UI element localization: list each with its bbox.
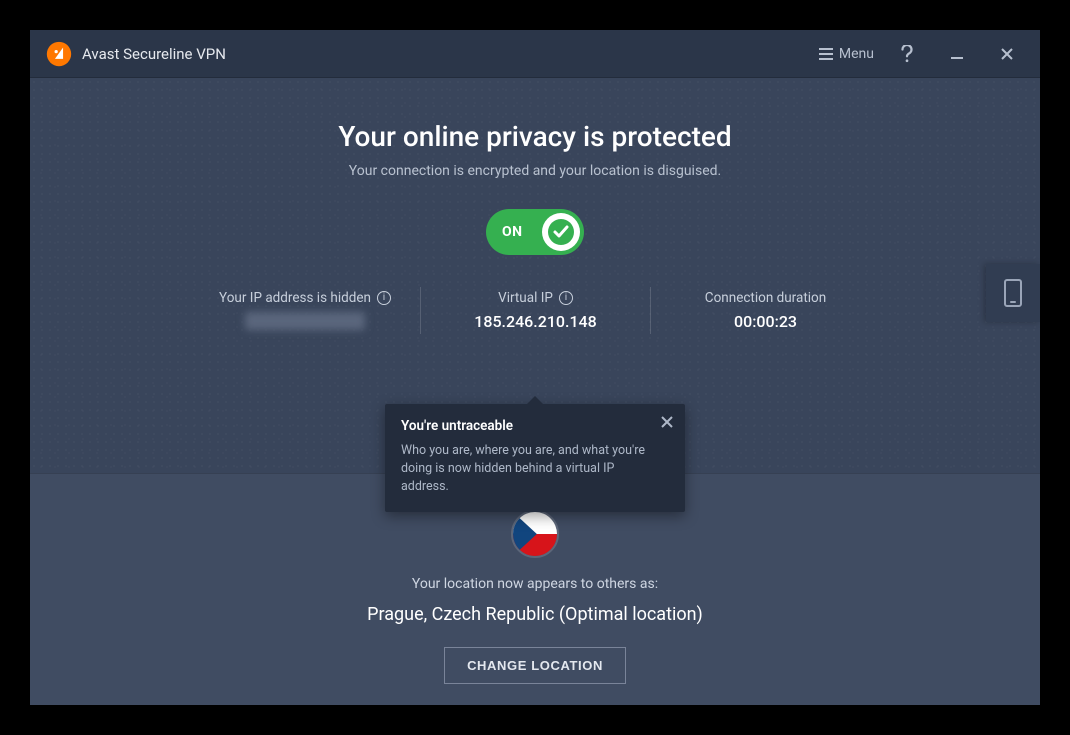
location-intro: Your location now appears to others as: xyxy=(30,576,1040,592)
close-icon xyxy=(661,416,673,428)
smartphone-icon xyxy=(1002,278,1024,308)
vpn-toggle-knob xyxy=(542,213,580,251)
stat-real-ip: Your IP address is hidden i xyxy=(190,287,420,334)
close-button[interactable] xyxy=(996,47,1024,61)
app-title: Avast Secureline VPN xyxy=(82,45,226,63)
vpn-toggle-label: ON xyxy=(502,224,523,240)
menu-button[interactable]: Menu xyxy=(819,46,874,62)
minimize-button[interactable] xyxy=(946,47,974,61)
vpn-toggle[interactable]: ON xyxy=(486,209,584,255)
tooltip-close-button[interactable] xyxy=(657,412,677,432)
devices-side-tab[interactable] xyxy=(986,264,1040,322)
location-value: Prague, Czech Republic (Optimal location… xyxy=(30,604,1040,625)
status-panel: Your online privacy is protected Your co… xyxy=(30,78,1040,473)
status-subline: Your connection is encrypted and your lo… xyxy=(30,163,1040,179)
stat-duration-label: Connection duration xyxy=(705,290,826,306)
minimize-icon xyxy=(950,47,964,61)
help-button[interactable] xyxy=(896,45,924,63)
status-headline: Your online privacy is protected xyxy=(30,120,1040,153)
stats-row: Your IP address is hidden i Virtual IP i… xyxy=(30,287,1040,334)
close-icon xyxy=(1000,47,1014,61)
stat-real-ip-label: Your IP address is hidden xyxy=(219,290,371,306)
info-icon[interactable]: i xyxy=(377,291,391,305)
help-icon xyxy=(900,45,914,63)
app-window: Avast Secureline VPN Menu Your xyxy=(30,30,1040,705)
checkmark-icon xyxy=(547,218,575,246)
stat-virtual-ip: Virtual IP i 185.246.210.148 xyxy=(420,287,650,334)
info-icon[interactable]: i xyxy=(559,291,573,305)
real-ip-redacted xyxy=(245,312,365,330)
menu-label: Menu xyxy=(839,46,874,62)
tooltip-title: You're untraceable xyxy=(401,418,651,434)
stat-virtual-ip-value: 185.246.210.148 xyxy=(439,312,632,331)
stat-duration: Connection duration 00:00:23 xyxy=(650,287,880,334)
hamburger-icon xyxy=(819,48,833,60)
avast-logo-icon xyxy=(46,41,72,67)
stat-virtual-ip-label: Virtual IP xyxy=(498,290,553,306)
virtual-ip-tooltip: You're untraceable Who you are, where yo… xyxy=(385,404,685,512)
tooltip-body: Who you are, where you are, and what you… xyxy=(401,442,651,496)
stat-duration-value: 00:00:23 xyxy=(669,312,862,331)
change-location-button[interactable]: CHANGE LOCATION xyxy=(444,647,626,684)
location-flag xyxy=(511,510,559,558)
flag-cz-icon xyxy=(513,512,557,556)
titlebar: Avast Secureline VPN Menu xyxy=(30,30,1040,78)
